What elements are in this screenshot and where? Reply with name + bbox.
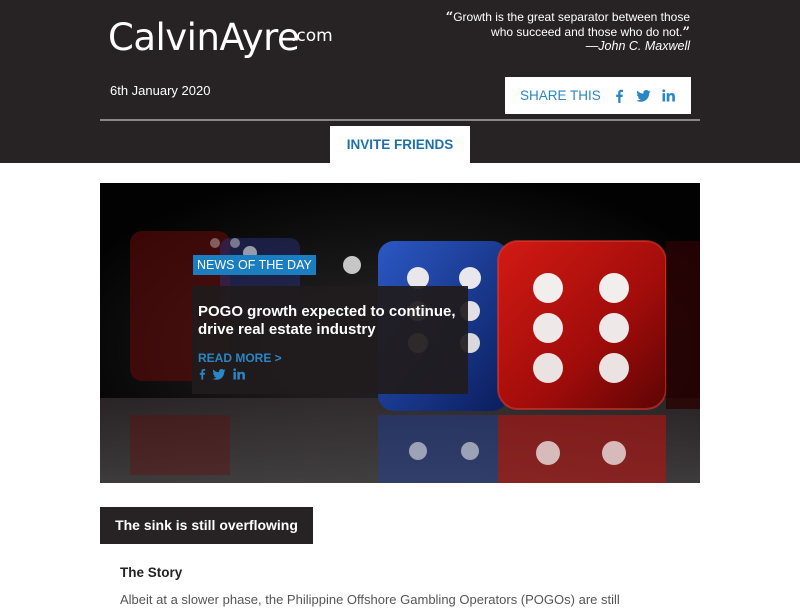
calvinayre-logo[interactable]: CalvinAyre bbox=[108, 16, 300, 59]
share-box: SHARE THIS bbox=[505, 77, 691, 114]
headline-card: POGO growth expected to continue, drive … bbox=[192, 286, 468, 394]
invite-friends-button[interactable]: INVITE FRIENDS bbox=[330, 126, 470, 163]
story-heading: The Story bbox=[120, 565, 183, 580]
story-text: Albeit at a slower phase, the Philippine… bbox=[120, 592, 620, 607]
email-header: CalvinAyre .com “Growth is the great sep… bbox=[0, 0, 800, 163]
section-label: The sink is still overflowing bbox=[100, 507, 313, 544]
headline-title[interactable]: POGO growth expected to continue, drive … bbox=[198, 303, 466, 339]
facebook-icon[interactable] bbox=[198, 368, 206, 380]
linkedin-icon[interactable] bbox=[662, 89, 675, 102]
header-divider bbox=[100, 119, 700, 121]
read-more-link[interactable]: READ MORE > bbox=[198, 351, 282, 365]
issue-date: 6th January 2020 bbox=[110, 83, 211, 98]
facebook-icon[interactable] bbox=[614, 89, 624, 103]
quote-author: —John C. Maxwell bbox=[585, 39, 690, 53]
linkedin-icon[interactable] bbox=[233, 368, 245, 380]
quote-text: Growth is the great separator between th… bbox=[453, 10, 690, 39]
logo-domain-suffix: .com bbox=[291, 26, 333, 46]
news-of-the-day-badge: NEWS OF THE DAY bbox=[193, 255, 316, 275]
share-label: SHARE THIS bbox=[520, 88, 601, 103]
header-quote: “Growth is the great separator between t… bbox=[430, 10, 690, 40]
hero-banner[interactable]: NEWS OF THE DAY POGO growth expected to … bbox=[100, 183, 700, 483]
twitter-icon[interactable] bbox=[636, 90, 651, 102]
twitter-icon[interactable] bbox=[212, 369, 226, 380]
quote-close-mark: ” bbox=[682, 25, 690, 40]
